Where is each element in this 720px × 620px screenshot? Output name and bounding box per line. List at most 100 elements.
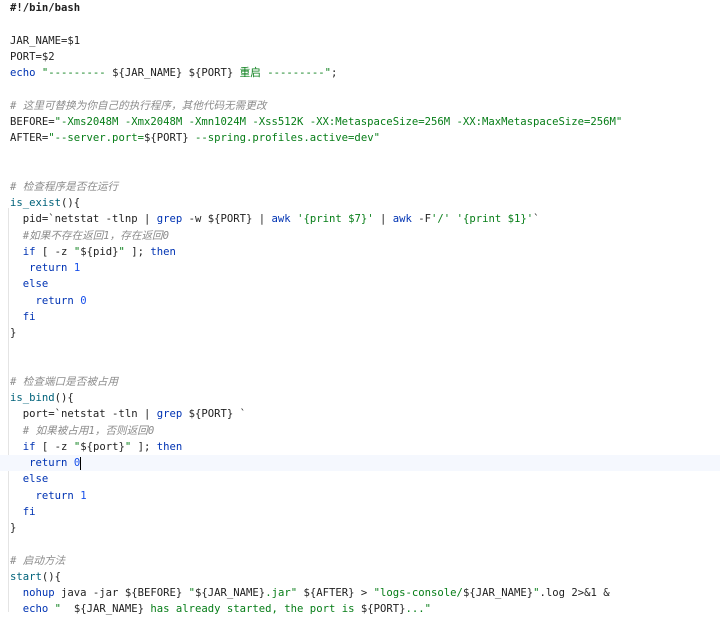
code-token: -w <box>182 213 208 226</box>
code-line[interactable]: echo " ${JAR_NAME} has already started, … <box>10 601 431 617</box>
code-line[interactable]: return 1 <box>10 260 80 276</box>
code-line[interactable]: # 检查程序是否在运行 <box>10 179 118 195</box>
code-token: (){ <box>54 392 74 404</box>
code-line[interactable]: is_exist(){ <box>10 195 80 211</box>
code-token: else <box>22 278 49 291</box>
code-token: [ -z <box>35 245 74 258</box>
code-line[interactable]: if [ -z "${port}" ]; then <box>10 439 183 455</box>
code-token: grep <box>156 408 183 421</box>
code-line-current[interactable]: return 0 <box>0 455 720 471</box>
code-token: then <box>156 440 183 453</box>
code-token: ${PORT} <box>143 132 189 144</box>
code-token: (){ <box>61 197 81 209</box>
code-token: #如果不存在返回1，存在返回0 <box>10 229 170 242</box>
code-token: else <box>22 473 49 486</box>
code-token: fi <box>22 310 36 323</box>
code-line[interactable]: return 1 <box>10 488 87 504</box>
code-line[interactable]: start(){ <box>10 569 61 585</box>
code-token: } <box>10 327 17 339</box>
code-line[interactable]: pid=`netstat -tlnp | grep -w ${PORT} | a… <box>10 211 540 227</box>
code-token: " <box>54 603 74 616</box>
code-token: ${PORT} <box>188 408 234 421</box>
code-line[interactable]: else <box>10 471 49 487</box>
code-token: return <box>35 489 74 502</box>
code-token: pid= <box>10 213 49 226</box>
code-token: ${AFTER} <box>303 587 355 599</box>
code-token: echo <box>22 603 49 616</box>
code-token: ${PORT} <box>188 67 234 79</box>
code-token: # 这里可替换为你自己的执行程序，其他代码无需更改 <box>10 99 267 112</box>
code-token: (){ <box>41 570 62 583</box>
code-line[interactable]: BEFORE="-Xms2048M -Xmx2048M -Xmn1024M -X… <box>10 114 622 130</box>
code-token: awk <box>392 213 412 226</box>
code-token: .jar" <box>265 587 298 599</box>
code-token: return <box>35 294 74 307</box>
code-token: '/' <box>431 213 451 226</box>
code-token: is_bind <box>10 392 55 404</box>
code-token: ${pid} <box>80 245 119 258</box>
code-line[interactable]: port=`netstat -tln | grep ${PORT} ` <box>10 406 246 422</box>
code-editor[interactable]: #!/bin/bash JAR_NAME=$1 PORT=$2 echo "-----… <box>0 0 720 620</box>
code-token: return <box>29 262 68 274</box>
code-token: #!/bin/bash <box>10 2 81 14</box>
code-token: 0 <box>80 294 87 307</box>
code-token: # 如果被占用1，否则返回0 <box>10 424 155 437</box>
code-line[interactable]: # 启动方法 <box>10 553 65 569</box>
code-token: 1 <box>73 262 81 274</box>
code-token: ${BEFORE} <box>124 587 183 599</box>
code-token: "logs-console/ <box>373 587 463 599</box>
code-line[interactable]: is_bind(){ <box>10 390 74 406</box>
text-caret <box>80 456 82 470</box>
code-token: BEFORE= <box>10 115 55 128</box>
code-token: [ -z <box>35 440 74 453</box>
indent-guide <box>8 208 9 612</box>
code-line[interactable]: if [ -z "${pid}" ]; then <box>10 244 176 260</box>
code-line[interactable]: return 0 <box>10 293 87 309</box>
code-token: .log 2>&1 & <box>539 587 610 599</box>
code-token: is_exist <box>10 197 62 209</box>
code-token: if <box>22 245 36 258</box>
code-token: ` <box>233 408 247 421</box>
code-line[interactable]: } <box>10 520 16 536</box>
code-line[interactable]: # 如果被占用1，否则返回0 <box>10 423 154 439</box>
code-token: JAR_NAME=$1 <box>10 34 81 47</box>
code-line[interactable]: fi <box>10 504 36 520</box>
code-token: ${JAR_NAME} <box>73 603 144 616</box>
code-token: nohup <box>22 587 55 599</box>
code-token: # 检查程序是否在运行 <box>10 180 119 193</box>
code-line[interactable]: AFTER="--server.port=${PORT} --spring.pr… <box>10 130 380 146</box>
code-line[interactable]: echo "--------- ${JAR_NAME} ${PORT} 重启 -… <box>10 65 337 81</box>
code-token: # 检查端口是否被占用 <box>10 375 119 388</box>
code-line[interactable]: JAR_NAME=$1 <box>10 33 80 49</box>
code-line[interactable]: nohup java -jar ${BEFORE} "${JAR_NAME}.j… <box>10 585 610 601</box>
code-token: | <box>252 213 272 226</box>
code-line[interactable]: #!/bin/bash <box>10 0 80 16</box>
code-line[interactable]: #如果不存在返回1，存在返回0 <box>10 228 169 244</box>
code-token: '{print $1}' <box>456 213 534 226</box>
code-line[interactable]: } <box>10 325 16 341</box>
code-token: ; <box>331 67 338 79</box>
code-token: if <box>22 440 36 453</box>
code-token: then <box>150 245 176 258</box>
code-token: 1 <box>80 489 87 502</box>
code-token: '{print $7}' <box>297 213 374 226</box>
code-line[interactable]: # 检查端口是否被占用 <box>10 374 118 390</box>
code-token: `netstat -tln | <box>54 408 157 421</box>
code-line[interactable]: PORT=$2 <box>10 49 55 65</box>
code-line[interactable]: fi <box>10 309 36 325</box>
code-token: "--------- <box>41 67 113 79</box>
code-token: | <box>373 213 393 226</box>
code-token: ]; <box>124 245 151 258</box>
code-token: ${JAR_NAME} <box>195 587 266 599</box>
code-line[interactable]: else <box>10 276 49 292</box>
code-line[interactable]: # 这里可替换为你自己的执行程序，其他代码无需更改 <box>10 98 266 114</box>
